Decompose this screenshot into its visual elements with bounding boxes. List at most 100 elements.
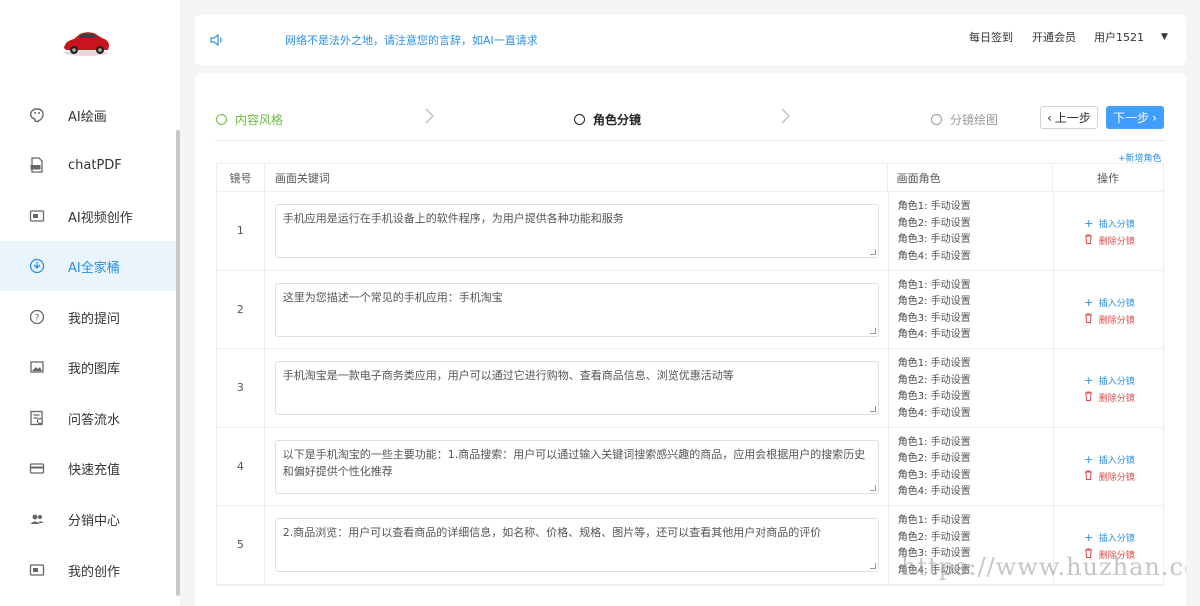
role-line[interactable]: 角色2: 手动设置 — [898, 530, 1053, 547]
logo-car-icon — [60, 26, 112, 58]
role-line[interactable]: 角色4: 手动设置 — [898, 406, 1053, 423]
role-line[interactable]: 角色1: 手动设置 — [898, 513, 1053, 530]
role-label: 角色3: — [897, 234, 928, 245]
actions-cell: + 插入分镜 删除分镜 — [1054, 506, 1163, 584]
sidebar-item-ai-video[interactable]: AI视频创作 — [0, 191, 176, 241]
keywords-cell: 这里为您描述一个常见的手机应用：手机淘宝 — [265, 270, 889, 348]
role-label: 角色2: — [897, 453, 928, 464]
resize-handle-icon[interactable] — [869, 406, 876, 412]
insert-shot-label: 插入分镜 — [1098, 298, 1135, 309]
sidebar-item-my-gallery[interactable]: 我的图库 — [0, 342, 176, 392]
table-row: 4 以下是手机淘宝的一些主要功能：1.商品搜索：用户可以通过输入关键词搜索感兴趣… — [217, 427, 1163, 506]
users-icon — [28, 510, 46, 528]
resize-handle-icon[interactable] — [869, 327, 876, 334]
resize-handle-icon[interactable] — [869, 484, 876, 491]
role-line[interactable]: 角色1: 手动设置 — [898, 278, 1053, 295]
resize-handle-icon[interactable] — [869, 249, 876, 255]
role-label: 角色1: — [897, 436, 928, 448]
sidebar-item-label: AI全家桶 — [68, 260, 120, 276]
delete-shot-label: 删除分镜 — [1098, 315, 1135, 326]
insert-shot-label: 插入分镜 — [1098, 455, 1135, 466]
resize-handle-icon[interactable] — [869, 563, 876, 569]
sidebar-item-distribution[interactable]: 分销中心 — [0, 494, 176, 544]
main-panel: 内容风格 角色分镜 分镜绘图 ‹ 上一步 下一步 › +新增角色 镜号 画面关键… — [195, 73, 1186, 606]
sidebar-item-ai-painting[interactable]: AI绘画 — [0, 90, 176, 140]
role-value: 手动设置 — [930, 391, 971, 402]
sidebar-item-quick-recharge[interactable]: 快速充值 — [0, 443, 176, 493]
chevron-right-icon — [781, 108, 790, 124]
keywords-textarea[interactable]: 以下是手机淘宝的一些主要功能：1.商品搜索：用户可以通过输入关键词搜索感兴趣的商… — [274, 439, 879, 494]
role-label: 角色1: — [897, 358, 928, 369]
chevron-right-icon — [425, 108, 434, 124]
insert-shot-button[interactable]: + 插入分镜 — [1084, 296, 1135, 309]
role-line[interactable]: 角色3: 手动设置 — [898, 468, 1053, 485]
role-line[interactable]: 角色1: 手动设置 — [898, 199, 1053, 216]
role-line[interactable]: 角色1: 手动设置 — [898, 435, 1053, 452]
role-line[interactable]: 角色3: 手动设置 — [898, 311, 1053, 328]
steps-divider — [215, 140, 1165, 141]
sidebar-item-ai-bucket[interactable]: AI全家桶 — [0, 241, 176, 291]
role-line[interactable]: 角色1: 手动设置 — [898, 356, 1053, 373]
role-line[interactable]: 角色4: 手动设置 — [898, 249, 1053, 266]
insert-shot-button[interactable]: + 插入分镜 — [1084, 374, 1135, 387]
next-step-button[interactable]: 下一步 › — [1106, 106, 1164, 129]
insert-shot-button[interactable]: + 插入分镜 — [1084, 217, 1135, 230]
role-line[interactable]: 角色3: 手动设置 — [898, 232, 1053, 249]
notice-text: 网络不是法外之地，请注意您的言辞，如AI一直请求 — [285, 34, 538, 47]
sidebar-item-chatpdf[interactable]: chatPDF — [0, 140, 176, 190]
keywords-textarea[interactable]: 这里为您描述一个常见的手机应用：手机淘宝 — [274, 282, 879, 337]
role-label: 角色4: — [897, 564, 928, 576]
prev-step-button[interactable]: ‹ 上一步 — [1040, 106, 1098, 129]
role-line[interactable]: 角色4: 手动设置 — [898, 563, 1053, 580]
delete-shot-button[interactable]: 删除分镜 — [1084, 391, 1135, 404]
insert-shot-button[interactable]: + 插入分镜 — [1084, 453, 1135, 466]
delete-shot-button[interactable]: 删除分镜 — [1084, 548, 1135, 561]
insert-shot-button[interactable]: + 插入分镜 — [1084, 531, 1135, 544]
sidebar-item-my-creations[interactable]: 我的创作 — [0, 545, 176, 595]
role-line[interactable]: 角色2: 手动设置 — [898, 216, 1053, 233]
role-line[interactable]: 角色2: 手动设置 — [898, 294, 1053, 311]
step-storyboard-drawing: 分镜绘图 — [931, 111, 998, 128]
role-value: 手动设置 — [930, 374, 971, 386]
role-line[interactable]: 角色2: 手动设置 — [898, 373, 1053, 390]
role-label: 角色4: — [897, 250, 928, 262]
keywords-text: 手机淘宝是一款电子商务类应用，用户可以通过它进行购物、查看商品信息、浏览优惠活动… — [282, 369, 734, 382]
delete-shot-button[interactable]: 删除分镜 — [1084, 234, 1135, 247]
role-value: 手动设置 — [930, 312, 971, 324]
sidebar-item-label: 我的提问 — [68, 311, 121, 327]
user-menu[interactable]: 用户1521 — [1094, 29, 1144, 45]
qa-record-icon — [28, 409, 46, 427]
keywords-textarea[interactable]: 手机应用是运行在手机设备上的软件程序，为用户提供各种功能和服务 — [274, 204, 879, 258]
keywords-textarea[interactable]: 2.商品浏览：用户可以查看商品的详细信息，如名称、价格、规格、图片等，还可以查看… — [274, 518, 879, 572]
row-index: 5 — [217, 506, 265, 584]
role-value: 手动设置 — [930, 548, 971, 559]
role-value: 手动设置 — [930, 531, 971, 543]
delete-shot-button[interactable]: 删除分镜 — [1084, 313, 1135, 326]
header-roles: 画面角色 — [888, 164, 1054, 191]
role-line[interactable]: 角色4: 手动设置 — [898, 484, 1053, 501]
open-membership-link[interactable]: 开通会员 — [1032, 29, 1076, 45]
sidebar-scrollbar[interactable] — [176, 130, 180, 596]
card-icon — [28, 459, 46, 477]
delete-shot-label: 删除分镜 — [1098, 551, 1135, 561]
keywords-textarea[interactable]: 手机淘宝是一款电子商务类应用，用户可以通过它进行购物、查看商品信息、浏览优惠活动… — [274, 361, 879, 415]
role-value: 手动设置 — [930, 201, 971, 212]
role-value: 手动设置 — [930, 486, 971, 497]
role-label: 角色1: — [897, 515, 928, 526]
plus-icon: + — [1084, 374, 1094, 387]
daily-checkin-link[interactable]: 每日签到 — [969, 29, 1013, 45]
role-line[interactable]: 角色3: 手动设置 — [898, 389, 1053, 406]
role-label: 角色4: — [897, 329, 928, 340]
role-line[interactable]: 角色4: 手动设置 — [898, 327, 1053, 344]
sidebar-item-my-questions[interactable]: ? 我的提问 — [0, 292, 176, 342]
delete-shot-button[interactable]: 删除分镜 — [1084, 470, 1135, 483]
role-line[interactable]: 角色3: 手动设置 — [898, 546, 1053, 563]
plus-icon: + — [1084, 531, 1094, 544]
caret-down-icon[interactable]: ▼ — [1161, 32, 1168, 42]
sidebar-item-qa-records[interactable]: 问答流水 — [0, 393, 176, 443]
plus-icon: + — [1084, 295, 1094, 309]
roles-cell: 角色1: 手动设置 角色2: 手动设置 角色3: 手动设置 角色4: 手动设置 — [889, 506, 1054, 584]
delete-shot-label: 删除分镜 — [1098, 237, 1135, 247]
roles-cell: 角色1: 手动设置 角色2: 手动设置 角色3: 手动设置 角色4: 手动设置 — [889, 349, 1054, 427]
role-line[interactable]: 角色2: 手动设置 — [898, 451, 1053, 468]
